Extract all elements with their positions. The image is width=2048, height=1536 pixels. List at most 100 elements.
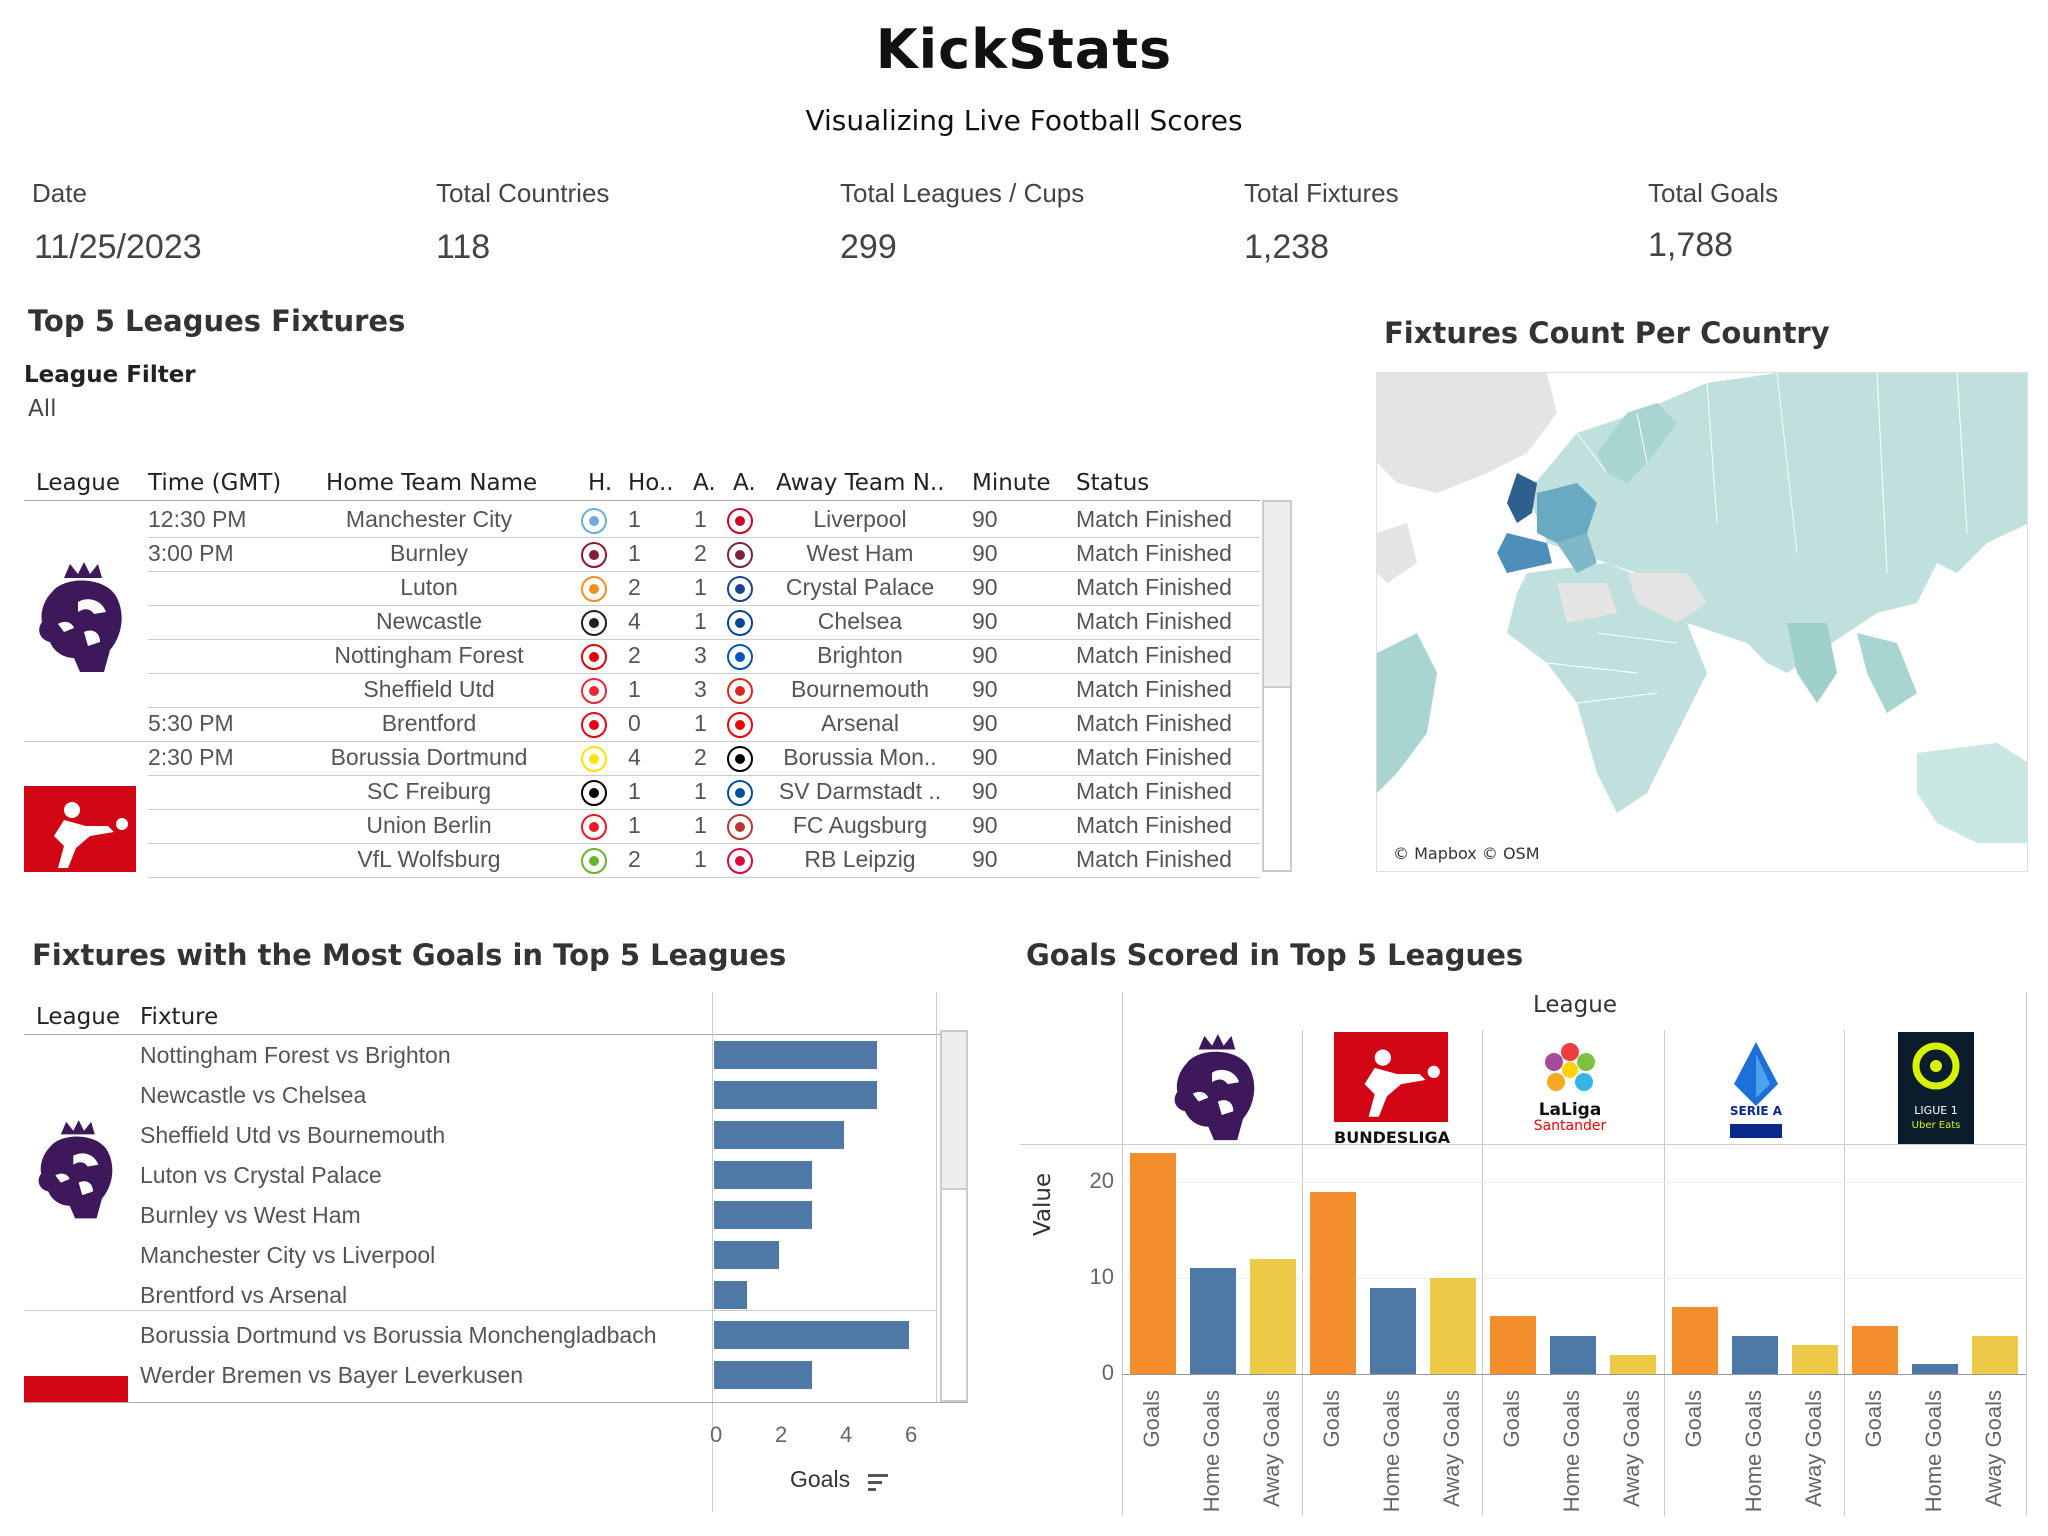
most-goals-scroll-thumb[interactable] <box>942 1032 966 1190</box>
col-away-logo[interactable]: A. <box>733 470 756 496</box>
x-axis-category-label: Goals <box>1681 1390 1706 1448</box>
goals-bar[interactable] <box>714 1361 812 1389</box>
goals-bar[interactable] <box>714 1281 747 1309</box>
away-team-name: Liverpool <box>813 506 907 532</box>
home-goals: 2 <box>628 574 641 600</box>
fixture-minute: 90 <box>972 608 998 634</box>
col-status[interactable]: Status <box>1076 470 1149 496</box>
map-attribution: © Mapbox © OSM <box>1389 843 1544 864</box>
fixture-minute: 90 <box>972 676 998 702</box>
league-filter-dropdown[interactable]: All <box>28 396 228 422</box>
league-goals-bar[interactable] <box>1130 1153 1176 1374</box>
away-team-name: Chelsea <box>817 608 903 634</box>
kpi-label: Total Countries <box>436 178 610 208</box>
x-axis-category-label: Goals <box>1139 1390 1164 1448</box>
home-team-crest-icon <box>581 678 607 704</box>
away-team-name: Arsenal <box>821 710 899 736</box>
most-goals-col-league[interactable]: League <box>36 1004 120 1030</box>
fixtures-scroll-thumb[interactable] <box>1264 502 1290 688</box>
kpi-value: 1,788 <box>1648 226 1734 264</box>
col-time[interactable]: Time (GMT) <box>148 470 281 496</box>
league-header: League <box>1533 992 1617 1018</box>
fixture-label: Luton vs Crystal Palace <box>140 1162 382 1188</box>
laliga-wordmark: LaLiga <box>1538 1100 1602 1120</box>
away-goals: 3 <box>694 642 707 668</box>
x-axis-category-label: Goals <box>1319 1390 1344 1448</box>
bundesliga-wordmark: BUNDESLIGA <box>1334 1128 1450 1147</box>
league-goals-bar[interactable] <box>1912 1364 1958 1374</box>
away-goals: 2 <box>694 540 707 566</box>
col-home-logo[interactable]: H. <box>588 470 612 496</box>
fixture-label: Newcastle vs Chelsea <box>140 1082 367 1108</box>
y-axis-tick: 20 <box>1089 1168 1114 1193</box>
away-team-name: West Ham <box>806 540 914 566</box>
fixtures-title: Top 5 Leagues Fixtures <box>28 304 406 338</box>
league-goals-bar[interactable] <box>1852 1326 1898 1374</box>
away-team-crest-icon <box>727 746 753 772</box>
kpi-label: Total Leagues / Cups <box>840 178 1085 208</box>
goals-bar[interactable] <box>714 1121 844 1149</box>
fixture-time: 5:30 PM <box>148 710 234 736</box>
fixture-status: Match Finished <box>1076 574 1232 600</box>
col-away-goals[interactable]: A. <box>693 470 716 496</box>
goals-bar[interactable] <box>714 1241 779 1269</box>
goals-bar[interactable] <box>714 1161 812 1189</box>
premier-league-logo <box>1174 1034 1255 1141</box>
fixture-minute: 90 <box>972 846 998 872</box>
goals-bar[interactable] <box>714 1081 877 1109</box>
away-goals: 3 <box>694 676 707 702</box>
home-team-name: Burnley <box>390 540 468 566</box>
fixture-status: Match Finished <box>1076 744 1232 770</box>
y-axis-tick: 10 <box>1089 1264 1114 1289</box>
fixture-status: Match Finished <box>1076 676 1232 702</box>
league-goals-bar[interactable] <box>1672 1306 1718 1374</box>
col-away-team[interactable]: Away Team N.. <box>776 470 945 496</box>
goals-bar[interactable] <box>714 1041 877 1069</box>
premier-league-logo <box>38 1120 113 1219</box>
col-league[interactable]: League <box>36 470 120 496</box>
away-team-name: FC Augsburg <box>792 812 928 838</box>
ligue1-sponsor: Uber Eats <box>1911 1120 1961 1131</box>
most-goals-title: Fixtures with the Most Goals in Top 5 Le… <box>32 938 787 972</box>
league-goals-bar[interactable] <box>1490 1316 1536 1374</box>
away-team-name: RB Leipzig <box>804 846 916 872</box>
most-goals-scrollbar[interactable] <box>940 1030 968 1402</box>
fixture-minute: 90 <box>972 642 998 668</box>
kpi-label: Date <box>32 178 87 208</box>
fixture-minute: 90 <box>972 506 998 532</box>
x-axis-category-label: Home Goals <box>1741 1390 1766 1513</box>
league-goals-bar[interactable] <box>1972 1335 2018 1374</box>
league-goals-bar[interactable] <box>1190 1268 1236 1374</box>
league-goals-bar[interactable] <box>1732 1335 1778 1374</box>
league-goals-bar[interactable] <box>1792 1345 1838 1374</box>
x-axis-category-label: Home Goals <box>1559 1390 1584 1513</box>
fixtures-scrollbar[interactable] <box>1262 500 1292 872</box>
away-team-name: SV Darmstadt .. <box>778 778 942 804</box>
goals-bar[interactable] <box>714 1201 812 1229</box>
home-team-name: Union Berlin <box>366 812 492 838</box>
league-goals-bar[interactable] <box>1550 1335 1596 1374</box>
x-axis-category-label: Goals <box>1861 1390 1886 1448</box>
home-team-crest-icon <box>581 712 607 738</box>
x-axis-category-label: Home Goals <box>1379 1390 1404 1513</box>
league-goals-bar[interactable] <box>1370 1287 1416 1374</box>
away-team-crest-icon <box>727 644 753 670</box>
fixture-label: Borussia Dortmund vs Borussia Monchengla… <box>140 1322 657 1348</box>
most-goals-col-fixture[interactable]: Fixture <box>140 1004 218 1030</box>
league-goals-bar[interactable] <box>1310 1191 1356 1374</box>
away-goals: 1 <box>694 608 707 634</box>
map-title: Fixtures Count Per Country <box>1384 316 1830 350</box>
home-team-name: Nottingham Forest <box>334 642 524 668</box>
league-goals-bar[interactable] <box>1430 1278 1476 1374</box>
home-goals: 0 <box>628 710 641 736</box>
col-home-goals[interactable]: Ho.. <box>628 470 674 496</box>
world-map[interactable]: © Mapbox © OSM <box>1376 372 2028 872</box>
sort-icon[interactable] <box>868 1472 890 1492</box>
col-minute[interactable]: Minute <box>972 470 1051 496</box>
league-goals-bar[interactable] <box>1250 1258 1296 1374</box>
league-goals-bar[interactable] <box>1610 1354 1656 1374</box>
goals-bar[interactable] <box>714 1321 909 1349</box>
col-home-team[interactable]: Home Team Name <box>326 470 537 496</box>
away-team-crest-icon <box>727 508 753 534</box>
away-team-crest-icon <box>727 848 753 874</box>
